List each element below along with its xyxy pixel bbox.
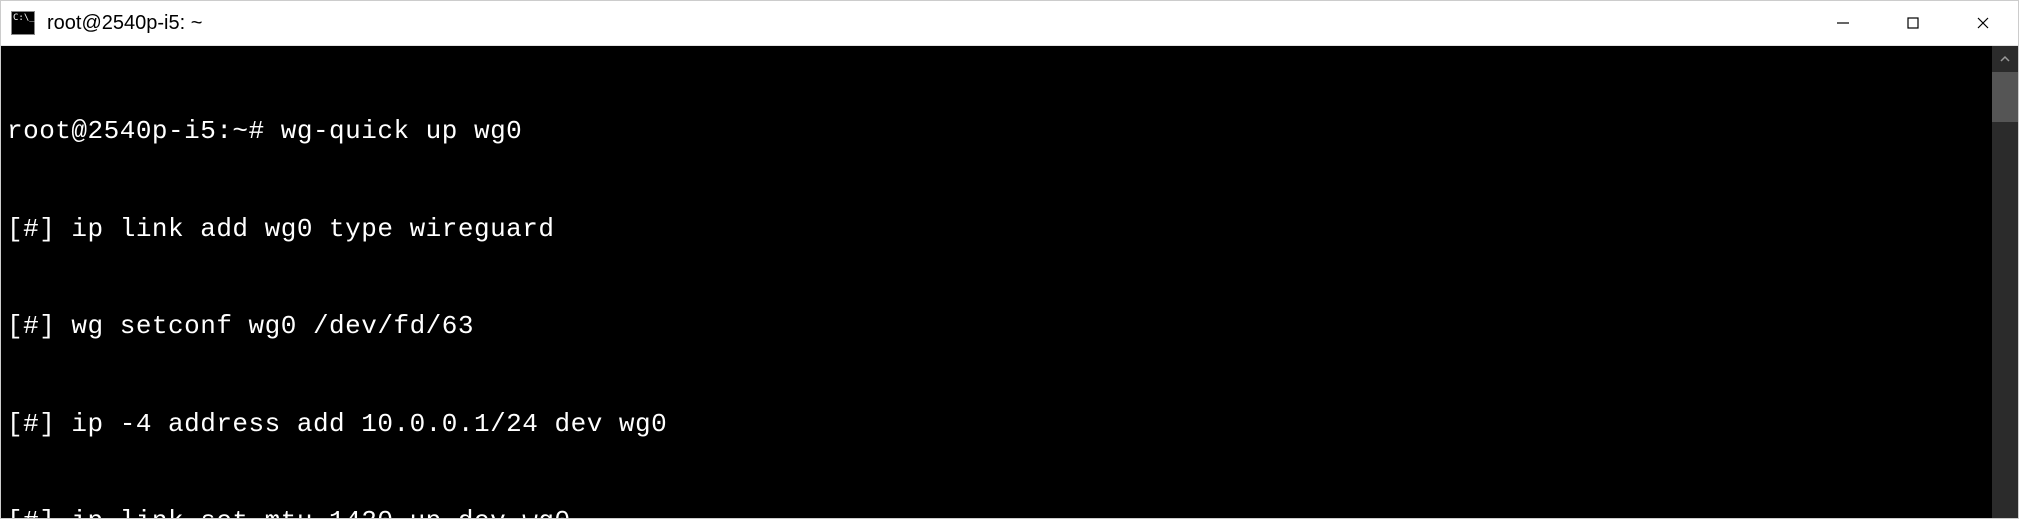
window-title: root@2540p-i5: ~: [47, 12, 1808, 35]
terminal-line: [#] ip link add wg0 type wireguard: [7, 213, 1992, 246]
terminal-line: root@2540p-i5:~# wg-quick up wg0: [7, 115, 1992, 148]
terminal-line: [#] ip link set mtu 1420 up dev wg0: [7, 505, 1992, 518]
scrollbar-up-button[interactable]: [1992, 46, 2018, 72]
terminal-output[interactable]: root@2540p-i5:~# wg-quick up wg0 [#] ip …: [1, 46, 1992, 518]
chevron-up-icon: [2000, 54, 2010, 64]
close-icon: [1975, 15, 1991, 31]
close-button[interactable]: [1948, 1, 2018, 45]
terminal-line: [#] ip -4 address add 10.0.0.1/24 dev wg…: [7, 408, 1992, 441]
maximize-icon: [1905, 15, 1921, 31]
scrollbar[interactable]: [1992, 46, 2018, 518]
scrollbar-thumb[interactable]: [1992, 72, 2018, 122]
maximize-button[interactable]: [1878, 1, 1948, 45]
terminal-line: [#] wg setconf wg0 /dev/fd/63: [7, 310, 1992, 343]
titlebar[interactable]: root@2540p-i5: ~: [1, 1, 2018, 46]
minimize-icon: [1835, 15, 1851, 31]
app-icon: [11, 11, 35, 35]
minimize-button[interactable]: [1808, 1, 1878, 45]
terminal-body: root@2540p-i5:~# wg-quick up wg0 [#] ip …: [1, 46, 2018, 518]
terminal-window: root@2540p-i5: ~ root@2540p-i5:~# wg-qui…: [0, 0, 2019, 519]
window-controls: [1808, 1, 2018, 45]
